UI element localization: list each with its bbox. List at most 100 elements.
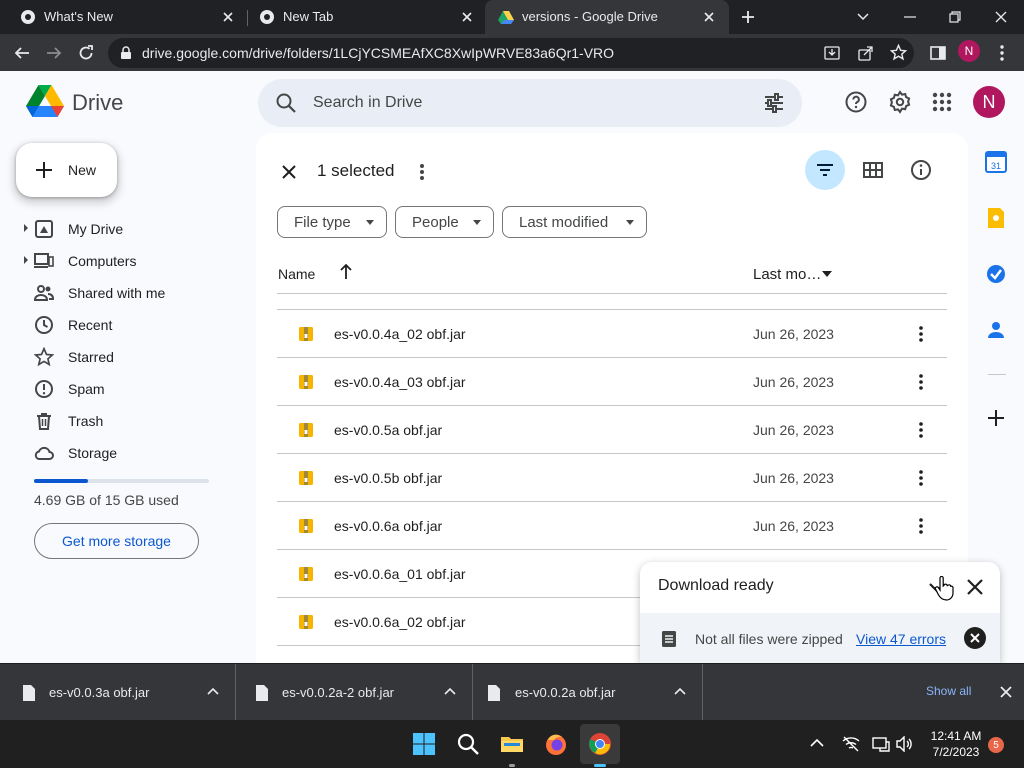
side-panel-icon[interactable] <box>926 41 950 65</box>
reload-icon[interactable] <box>74 41 98 65</box>
sidebar-item-starred[interactable]: Starred <box>24 342 244 374</box>
new-tab-icon[interactable] <box>736 5 760 29</box>
file-row[interactable]: es-v0.0.4a_02 obf.jar Jun 26, 2023 <box>277 310 947 358</box>
file-name[interactable]: es-v0.0.5b obf.jar <box>334 470 442 486</box>
view-errors-link[interactable]: View 47 errors <box>856 631 946 647</box>
row-more-actions-icon[interactable] <box>911 324 931 344</box>
tab-google-drive[interactable]: versions - Google Drive <box>485 0 729 34</box>
file-explorer-icon[interactable] <box>500 732 524 756</box>
sidebar-item-shared-with-me[interactable]: Shared with me <box>24 278 244 310</box>
tasks-app-icon[interactable] <box>984 262 1008 286</box>
restore-icon[interactable] <box>943 5 967 29</box>
close-tab-icon[interactable] <box>457 7 477 27</box>
firefox-icon[interactable] <box>544 732 568 756</box>
grid-view-icon[interactable] <box>861 158 885 182</box>
column-header-name[interactable]: Name <box>278 266 315 282</box>
back-icon[interactable] <box>10 41 34 65</box>
clock-time[interactable]: 12:41 AM <box>930 729 982 743</box>
file-row[interactable]: es-v0.0.5b obf.jar Jun 26, 2023 <box>277 454 947 502</box>
sidebar-item-my-drive[interactable]: My Drive <box>24 214 244 246</box>
windows-start-icon[interactable] <box>412 732 436 756</box>
file-row[interactable]: es-v0.0.5a obf.jar Jun 26, 2023 <box>277 406 947 454</box>
chevron-up-icon[interactable] <box>444 686 456 698</box>
close-popup-icon[interactable] <box>964 576 986 598</box>
file-name[interactable]: es-v0.0.6a obf.jar <box>334 518 442 534</box>
share-icon[interactable] <box>858 45 874 61</box>
file-name[interactable]: es-v0.0.5a obf.jar <box>334 422 442 438</box>
file-name[interactable]: es-v0.0.6a_02 obf.jar <box>334 614 466 630</box>
info-icon[interactable] <box>909 158 933 182</box>
search-bar[interactable]: Search in Drive <box>258 79 802 127</box>
file-row[interactable]: es-v0.0.4a_03 obf.jar Jun 26, 2023 <box>277 358 947 406</box>
file-name[interactable]: es-v0.0.4a_03 obf.jar <box>334 374 466 390</box>
sidebar-item-spam[interactable]: Spam <box>24 374 244 406</box>
chevron-up-icon[interactable] <box>207 686 219 698</box>
more-actions-icon[interactable] <box>412 160 432 184</box>
chevron-up-icon[interactable] <box>674 686 686 698</box>
close-shelf-icon[interactable] <box>998 684 1014 700</box>
contacts-app-icon[interactable] <box>984 318 1008 342</box>
tab-label: What's New <box>44 9 113 24</box>
bookmark-star-icon[interactable] <box>890 44 907 61</box>
filter-chip-people[interactable]: People <box>395 206 494 238</box>
display-icon[interactable] <box>872 736 890 752</box>
column-header-last-modified[interactable]: Last mo… <box>753 266 821 283</box>
keep-app-icon[interactable] <box>984 206 1008 230</box>
sort-dropdown-arrow-icon[interactable] <box>822 271 832 277</box>
row-more-actions-icon[interactable] <box>911 468 931 488</box>
download-item[interactable]: es-v0.0.3a obf.jar <box>0 664 236 721</box>
volume-icon[interactable] <box>896 736 914 752</box>
apps-grid-icon[interactable] <box>930 90 954 114</box>
drive-logo[interactable] <box>26 84 64 118</box>
file-row[interactable]: es-v0.0.6a obf.jar Jun 26, 2023 <box>277 502 947 550</box>
tab-whats-new[interactable]: What's New <box>0 0 246 34</box>
filter-button[interactable] <box>805 150 845 190</box>
notification-badge[interactable]: 5 <box>988 737 1004 753</box>
row-more-actions-icon[interactable] <box>911 372 931 392</box>
filter-chip-last-modified[interactable]: Last modified <box>502 206 647 238</box>
show-hidden-icons-chevron-icon[interactable] <box>810 738 824 748</box>
settings-gear-icon[interactable] <box>888 90 912 114</box>
install-app-icon[interactable] <box>824 45 840 61</box>
clear-selection-icon[interactable] <box>277 160 301 184</box>
add-app-plus-icon[interactable] <box>984 406 1008 430</box>
row-more-actions-icon[interactable] <box>911 516 931 536</box>
file-icon <box>256 685 268 701</box>
close-tab-icon[interactable] <box>699 7 719 27</box>
calendar-app-icon[interactable]: 31 <box>984 150 1008 174</box>
forward-icon[interactable] <box>42 41 66 65</box>
search-options-icon[interactable] <box>762 91 786 115</box>
row-more-actions-icon[interactable] <box>911 420 931 440</box>
download-item[interactable]: es-v0.0.2a obf.jar <box>467 664 703 721</box>
window-close-icon[interactable] <box>989 5 1013 29</box>
download-item[interactable]: es-v0.0.2a-2 obf.jar <box>237 664 473 721</box>
sort-ascending-arrow-icon[interactable] <box>338 263 354 281</box>
tab-new-tab[interactable]: New Tab <box>239 0 485 34</box>
chrome-taskbar-icon[interactable] <box>588 732 612 756</box>
clock-date[interactable]: 7/2/2023 <box>930 745 982 759</box>
taskbar-search-icon[interactable] <box>456 732 480 756</box>
sidebar-item-trash[interactable]: Trash <box>24 406 244 438</box>
search-icon[interactable] <box>274 91 298 115</box>
profile-avatar[interactable]: N <box>958 40 980 62</box>
file-name[interactable]: es-v0.0.4a_02 obf.jar <box>334 326 466 342</box>
expand-caret-icon[interactable] <box>24 224 28 232</box>
sidebar-item-recent[interactable]: Recent <box>24 310 244 342</box>
show-all-downloads-link[interactable]: Show all <box>926 684 971 698</box>
new-button[interactable]: New <box>16 143 117 197</box>
filter-chip-file-type[interactable]: File type <box>277 206 387 238</box>
file-name[interactable]: es-v0.0.6a_01 obf.jar <box>334 566 466 582</box>
tab-search-chevron-icon[interactable] <box>851 5 875 29</box>
chrome-menu-icon[interactable] <box>990 41 1014 65</box>
search-input[interactable]: Search in Drive <box>313 94 422 112</box>
help-icon[interactable] <box>844 90 868 114</box>
sidebar-item-storage[interactable]: Storage <box>24 438 244 470</box>
sidebar-item-computers[interactable]: Computers <box>24 246 244 278</box>
network-offline-icon[interactable] <box>842 736 860 752</box>
address-bar[interactable]: drive.google.com/drive/folders/1LCjYCSME… <box>108 38 914 68</box>
close-tab-icon[interactable] <box>218 7 238 27</box>
get-more-storage-button[interactable]: Get more storage <box>34 523 199 559</box>
minimize-icon[interactable] <box>898 5 922 29</box>
account-avatar[interactable]: N <box>973 86 1005 118</box>
expand-caret-icon[interactable] <box>24 256 28 264</box>
